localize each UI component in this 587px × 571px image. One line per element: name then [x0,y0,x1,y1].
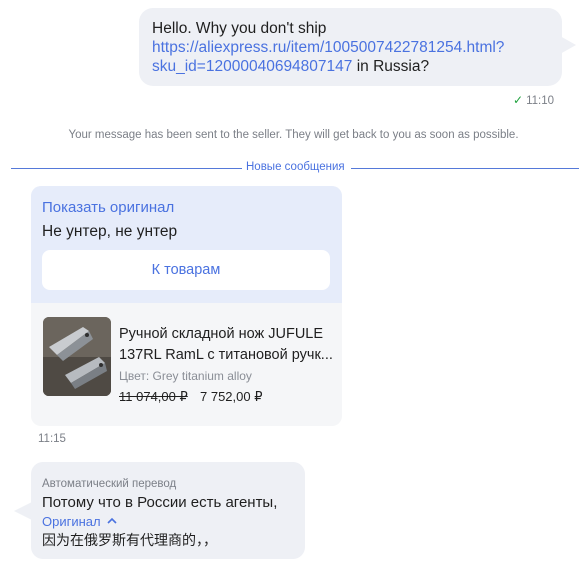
outgoing-message-time: ✓ 11:10 [513,93,554,107]
translated-message-text: Потому что в России есть агенты, [42,494,278,511]
product-image[interactable] [43,317,111,396]
bubble-tail [14,502,32,520]
incoming-message-text: Не унтер, не унтер [42,223,178,240]
bubble-tail [560,36,576,54]
incoming-product-card: Показать оригинал Не унтер, не унтер К т… [31,186,342,426]
auto-translation-label: Автоматический перевод [42,478,177,490]
translated-message-bubble: Автоматический перевод Потому что в Росс… [31,462,305,559]
product-new-price: 7 752,00 ₽ [200,389,263,404]
outgoing-message-text-end: in Russia? [352,58,430,75]
product-color: Цвет: Grey titanium alloy [119,369,252,383]
product-old-price: 11 074,00 ₽ [119,389,188,404]
product-link[interactable]: https://aliexpress.ru/item/1005007422781… [152,39,504,75]
original-toggle[interactable]: Оригинал [42,514,117,529]
outgoing-message-bubble: Hello. Why you don't ship https://aliexp… [139,8,562,86]
card-message-area: Показать оригинал Не унтер, не унтер К т… [31,186,342,303]
system-note: Your message has been sent to the seller… [68,129,519,141]
show-original-link[interactable]: Показать оригинал [42,199,174,216]
chevron-up-icon [107,517,117,524]
incoming-message-time: 11:15 [38,433,66,445]
outgoing-message-text: Hello. Why you don't ship [152,20,327,37]
check-icon: ✓ [513,93,524,107]
product-title[interactable]: Ручной складной нож JUFULE 137RL RamL с … [119,324,334,366]
divider-line-right [351,168,579,169]
divider-line-left [11,168,242,169]
new-messages-divider: Новые сообщения [242,161,349,173]
original-message-text: 因为在俄罗斯有代理商的，， [42,533,217,549]
to-products-button[interactable]: К товарам [42,250,330,290]
